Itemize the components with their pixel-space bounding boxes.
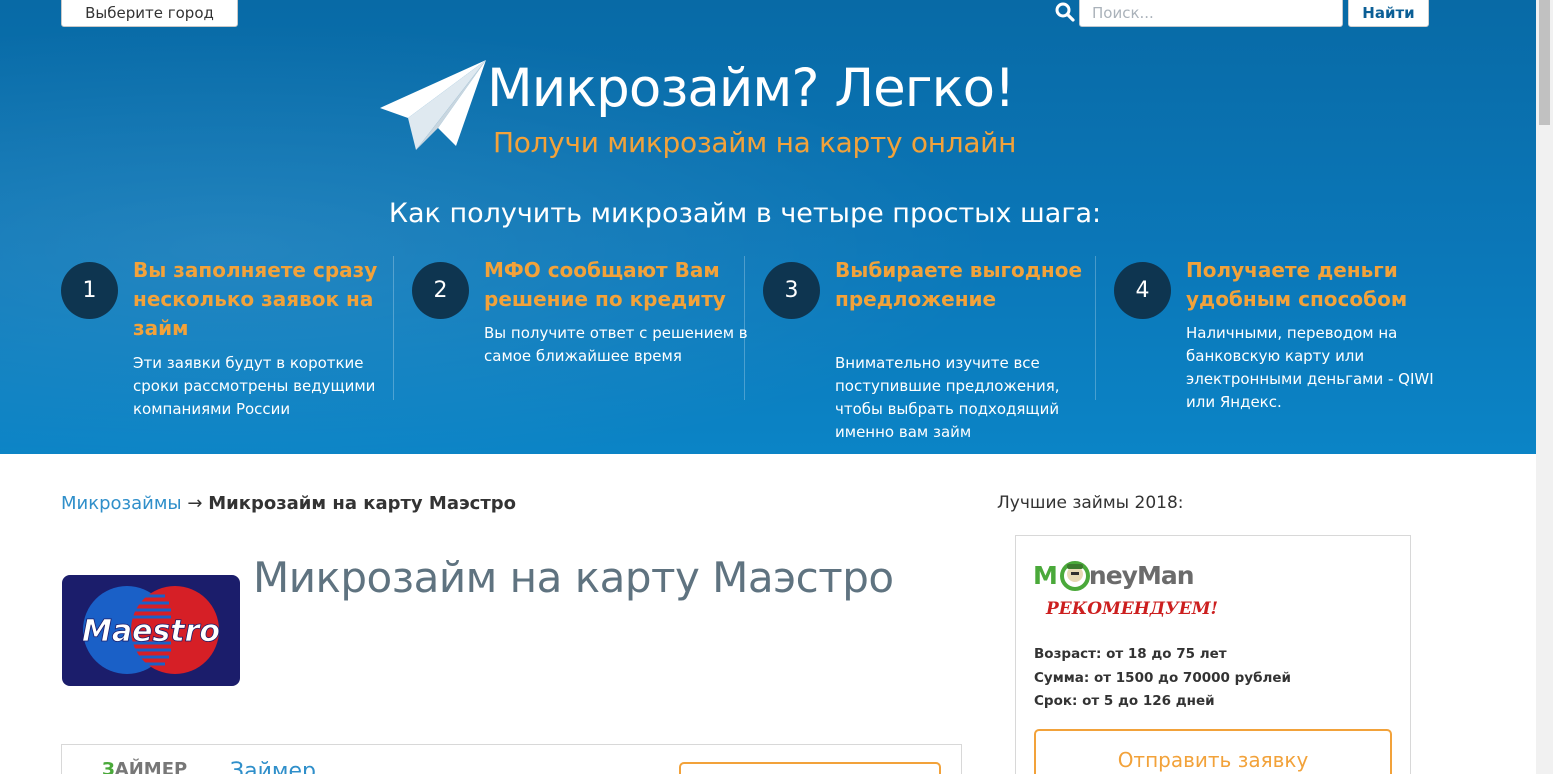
step-title: Выбираете выгодное предложение xyxy=(835,258,1083,311)
offer-apply-button[interactable] xyxy=(679,762,941,774)
maestro-logo-text: Maestro xyxy=(82,614,220,649)
breadcrumb-link-microloans[interactable]: Микрозаймы xyxy=(61,493,182,514)
step-title: Получаете деньги удобным способом xyxy=(1186,258,1408,311)
search-icon[interactable] xyxy=(1055,2,1075,22)
step-number: 4 xyxy=(1114,262,1171,319)
paper-plane-icon xyxy=(380,60,486,150)
loan-term: Срок: от 5 до 126 дней xyxy=(1034,693,1215,709)
steps-heading: Как получить микрозайм в четыре простых … xyxy=(388,198,1102,229)
step-divider xyxy=(1095,256,1096,400)
step-text: Наличными, переводом на банковскую карту… xyxy=(1186,324,1434,411)
step-text: Эти заявки будут в короткие сроки рассмо… xyxy=(133,354,376,418)
step-4: 4 Получаете деньги удобным способом Нали… xyxy=(1114,256,1465,446)
step-number: 2 xyxy=(412,262,469,319)
step-number: 3 xyxy=(763,262,820,319)
loan-age: Возраст: от 18 до 75 лет xyxy=(1034,646,1227,662)
sidebar-heading: Лучшие займы 2018: xyxy=(997,493,1184,513)
moneyman-logo[interactable]: MneyMan xyxy=(1033,561,1194,590)
breadcrumb-arrow: → xyxy=(187,493,203,514)
step-number: 1 xyxy=(61,262,118,319)
recommend-badge: РЕКОМЕНДУЕМ! xyxy=(1046,599,1219,619)
step-title: МФО сообщают Вам решение по кредиту xyxy=(484,258,726,311)
hero-subtitle: Получи микрозайм на карту онлайн xyxy=(493,126,1017,159)
find-button[interactable]: Найти xyxy=(1348,0,1429,27)
city-select-button[interactable]: Выберите город xyxy=(61,0,238,27)
scrollbar-thumb[interactable] xyxy=(1539,0,1550,125)
loan-sum: Сумма: от 1500 до 70000 рублей xyxy=(1034,670,1291,686)
step-3: 3 Выбираете выгодное предложение Внимате… xyxy=(763,256,1114,446)
best-loan-card: MneyMan РЕКОМЕНДУЕМ! Возраст: от 18 до 7… xyxy=(1015,535,1411,774)
step-title: Вы заполняете сразу несколько заявок на … xyxy=(133,258,378,340)
step-1: 1 Вы заполняете сразу несколько заявок н… xyxy=(61,256,412,446)
offer-card: ЗАЙМЕР Займер xyxy=(61,744,962,774)
moneyman-mascot-icon xyxy=(1060,561,1090,591)
offer-name-link[interactable]: Займер xyxy=(230,759,316,774)
step-text: Вы получите ответ с решением в самое бли… xyxy=(484,324,748,365)
hero-title: Микрозайм? Легко! xyxy=(487,58,1015,119)
page-title: Микрозайм на карту Маэстро xyxy=(253,553,894,602)
hero-banner: Выберите город Найти Микрозайм? Легко! П… xyxy=(0,0,1536,454)
step-divider xyxy=(744,256,745,400)
send-application-button[interactable]: Отправить заявку xyxy=(1034,729,1392,774)
offer-logo: ЗАЙМЕР xyxy=(102,759,188,774)
search-input[interactable] xyxy=(1079,0,1343,27)
step-text: Внимательно изучите все поступившие пред… xyxy=(835,354,1060,441)
step-divider xyxy=(393,256,394,400)
maestro-card-logo: Maestro xyxy=(62,575,240,686)
breadcrumb-current: Микрозайм на карту Маэстро xyxy=(208,493,517,514)
breadcrumb: Микрозаймы → Микрозайм на карту Маэстро xyxy=(61,493,516,514)
step-2: 2 МФО сообщают Вам решение по кредиту Вы… xyxy=(412,256,763,446)
